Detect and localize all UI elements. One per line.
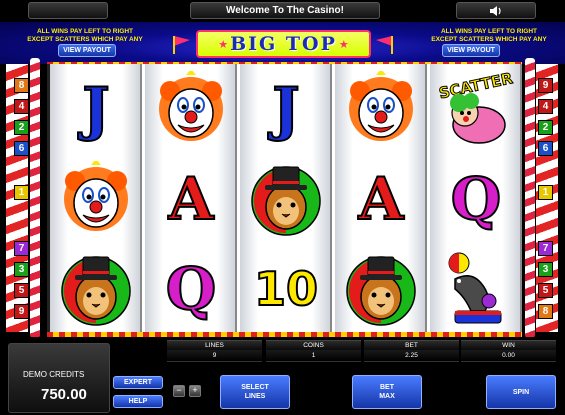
rules-text-right: ALL WINS PAY LEFT TO RIGHT EXCEPT SCATTE…: [414, 28, 564, 44]
select-lines-button[interactable]: SELECT LINES: [220, 375, 290, 409]
coin-decrease-button[interactable]: −: [173, 385, 185, 397]
bet-max-label-2: MAX: [379, 393, 395, 400]
rule-line-1: ALL WINS PAY LEFT TO RIGHT: [36, 28, 134, 35]
payline-badge-8: 8: [14, 78, 29, 93]
credits-display: DEMO CREDITS 750.00: [8, 343, 110, 413]
reel-area: J A Q J 10 A SCATTER Q: [47, 64, 522, 334]
win-value: 0.00: [461, 350, 556, 362]
payline-badge-7: 7: [538, 241, 553, 256]
credits-label: DEMO CREDITS: [23, 370, 85, 379]
menu-button[interactable]: [28, 2, 108, 19]
symbol-10: 10: [253, 261, 319, 317]
symbol-a: A: [357, 164, 404, 234]
clown-icon: [50, 154, 142, 244]
select-lines-label-2: LINES: [244, 393, 266, 400]
star-icon: ★: [218, 38, 229, 51]
lion-icon: [50, 244, 142, 334]
reel-5: SCATTER Q: [430, 64, 522, 334]
flag-icon: [376, 36, 393, 54]
logo-text: BIG TOP: [230, 33, 337, 55]
credits-value: 750.00: [41, 386, 87, 403]
scatter-icon: SCATTER: [430, 64, 522, 154]
speaker-icon: [490, 6, 501, 16]
flag-icon: [173, 36, 190, 54]
payline-badge-3: 3: [538, 262, 553, 277]
bet-max-button[interactable]: BET MAX: [352, 375, 422, 409]
payline-badge-8: 8: [538, 304, 553, 319]
select-lines-label-1: SELECT: [241, 384, 269, 391]
lion-icon: [335, 244, 427, 334]
tent-pole-left: [30, 58, 40, 338]
rule-line-1: ALL WINS PAY LEFT TO RIGHT: [440, 28, 538, 35]
payline-badge-1: 1: [538, 185, 553, 200]
symbol-a: A: [167, 164, 214, 234]
coin-increase-button[interactable]: +: [189, 385, 201, 397]
lines-value: 9: [167, 350, 262, 362]
view-payout-button-left[interactable]: VIEW PAYOUT: [58, 44, 116, 57]
payline-badge-9: 9: [538, 78, 553, 93]
reel-1: J: [50, 64, 142, 334]
coins-label: COINS: [266, 340, 361, 350]
payline-badge-5: 5: [538, 283, 553, 298]
win-label: WIN: [461, 340, 556, 350]
rules-text-left: ALL WINS PAY LEFT TO RIGHT EXCEPT SCATTE…: [10, 28, 160, 44]
reel-4: A: [335, 64, 427, 334]
expert-button[interactable]: EXPERT: [113, 376, 163, 389]
lines-label: LINES: [167, 340, 262, 350]
tent-pole-right: [525, 58, 535, 338]
payline-badge-7: 7: [14, 241, 29, 256]
symbol-j: J: [81, 74, 110, 144]
welcome-title: Welcome To The Casino!: [190, 2, 380, 19]
coins-value: 1: [266, 350, 361, 362]
payline-badge-5: 5: [14, 283, 29, 298]
payline-badge-2: 2: [14, 120, 29, 135]
star-icon: ★: [338, 38, 349, 51]
spin-button[interactable]: SPIN: [486, 375, 556, 409]
symbol-j: J: [271, 74, 300, 144]
symbol-q: Q: [450, 164, 503, 234]
rule-line-2: EXCEPT SCATTERS WHICH PAY ANY: [431, 36, 547, 43]
clown-icon: [145, 64, 237, 154]
rule-line-2: EXCEPT SCATTERS WHICH PAY ANY: [27, 36, 143, 43]
bet-max-label-1: BET: [380, 384, 394, 391]
seal-icon: [430, 244, 522, 334]
payline-badge-4: 4: [538, 99, 553, 114]
sound-button[interactable]: [456, 2, 536, 19]
payline-badge-4: 4: [14, 99, 29, 114]
bet-label: BET: [364, 340, 459, 350]
payline-badge-2: 2: [538, 120, 553, 135]
payline-badge-6: 6: [538, 141, 553, 156]
payline-badge-9: 9: [14, 304, 29, 319]
payline-badge-1: 1: [14, 185, 29, 200]
view-payout-button-right[interactable]: VIEW PAYOUT: [442, 44, 500, 57]
top-bar: Welcome To The Casino!: [0, 0, 565, 22]
payline-badge-6: 6: [14, 141, 29, 156]
big-top-logo: ★ BIG TOP ★: [196, 30, 371, 58]
reel-3: J 10: [240, 64, 332, 334]
help-button[interactable]: HELP: [113, 395, 163, 408]
lion-icon: [240, 154, 332, 244]
payline-badge-3: 3: [14, 262, 29, 277]
game-header: ALL WINS PAY LEFT TO RIGHT EXCEPT SCATTE…: [0, 22, 565, 64]
bet-value: 2.25: [364, 350, 459, 362]
reel-2: AQ: [145, 64, 237, 334]
clown-icon: [335, 64, 427, 154]
symbol-q: Q: [165, 254, 218, 324]
